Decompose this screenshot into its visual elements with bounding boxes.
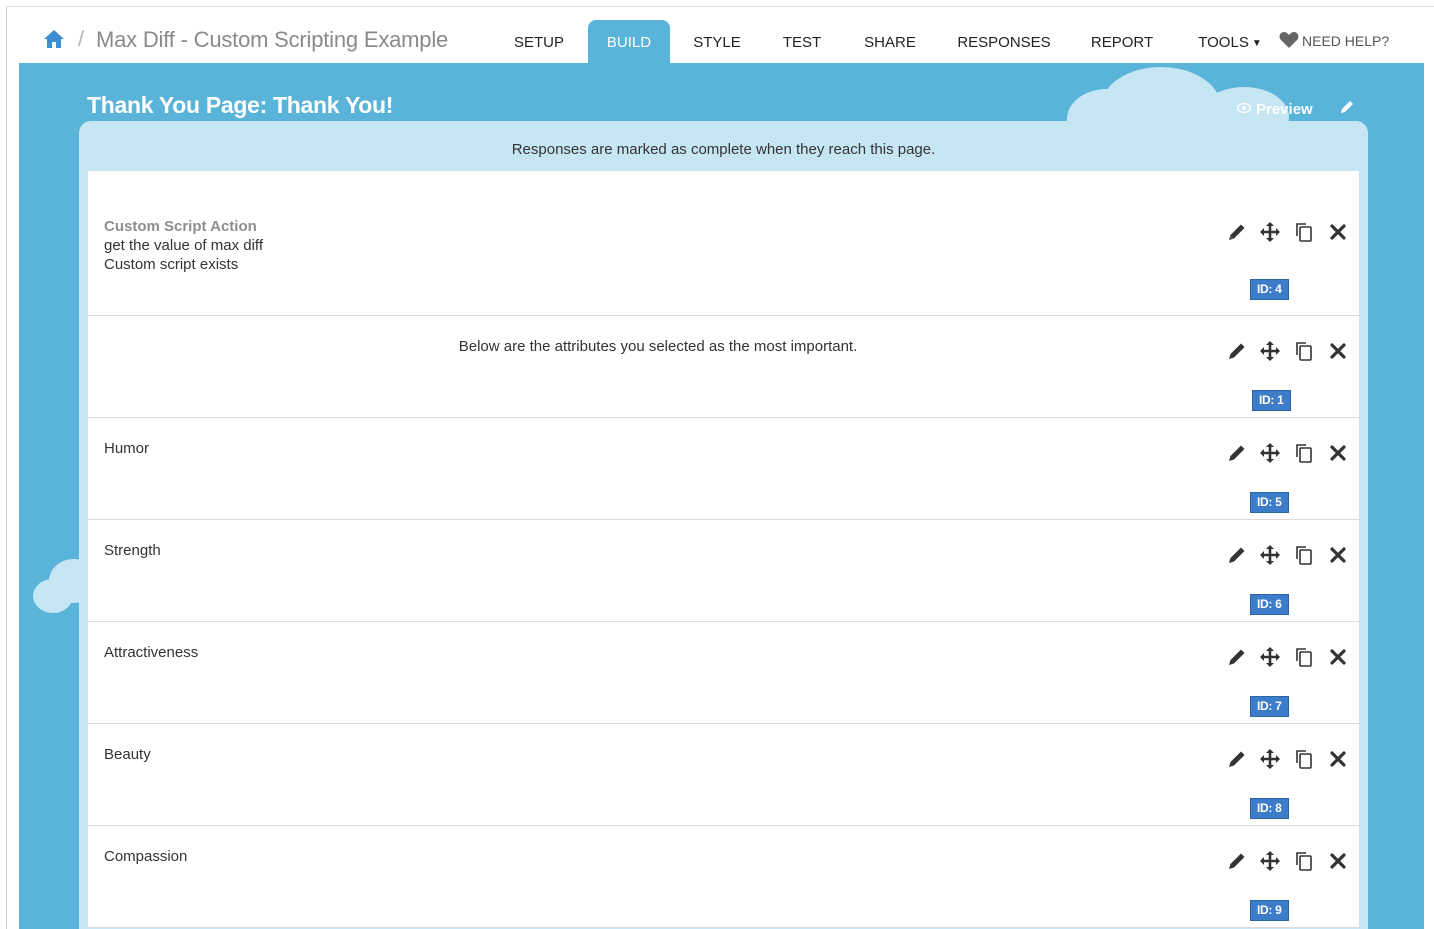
tab-responses[interactable]: RESPONSES [951, 20, 1057, 63]
item-text: Strength [104, 542, 161, 559]
row-actions [1226, 442, 1348, 466]
copy-icon[interactable] [1293, 646, 1315, 668]
need-help-label: NEED HELP? [1302, 33, 1390, 49]
id-badge: ID: 8 [1250, 798, 1289, 819]
move-arrows-icon[interactable] [1259, 442, 1281, 464]
copy-icon[interactable] [1293, 748, 1315, 770]
move-arrows-icon[interactable] [1259, 748, 1281, 770]
move-arrows-icon[interactable] [1259, 646, 1281, 668]
move-arrows-icon[interactable] [1259, 221, 1281, 243]
list-item[interactable]: Custom Script Action get the value of ma… [88, 171, 1359, 316]
pencil-icon[interactable] [1226, 646, 1248, 668]
breadcrumb-separator: / [78, 26, 85, 51]
list-item[interactable]: Compassion ID: 9 [88, 826, 1359, 928]
copy-icon[interactable] [1293, 544, 1315, 566]
preview-label: Preview [1256, 101, 1313, 118]
close-icon[interactable] [1327, 340, 1349, 362]
script-action-title: Custom Script Action [104, 218, 257, 235]
row-actions [1226, 221, 1348, 245]
close-icon[interactable] [1327, 442, 1349, 464]
pencil-icon[interactable] [1226, 442, 1248, 464]
copy-icon[interactable] [1293, 340, 1315, 362]
script-action-block: Custom Script Action get the value of ma… [104, 217, 263, 274]
need-help-link[interactable]: NEED HELP? [1279, 31, 1389, 49]
page-canvas: Thank You Page: Thank You! Preview Respo… [19, 63, 1424, 929]
copy-icon[interactable] [1293, 221, 1315, 243]
item-text: Attractiveness [104, 644, 199, 661]
item-text: Humor [104, 440, 150, 457]
item-text: Beauty [104, 746, 151, 763]
id-badge: ID: 6 [1250, 594, 1289, 615]
move-arrows-icon[interactable] [1259, 544, 1281, 566]
app-frame: / Max Diff - Custom Scripting Example SE… [6, 6, 1434, 929]
tab-setup[interactable]: SETUP [501, 20, 577, 63]
id-badge: ID: 5 [1250, 492, 1289, 513]
id-badge: ID: 9 [1250, 900, 1289, 921]
list-item[interactable]: Attractiveness ID: 7 [88, 622, 1359, 724]
pencil-icon[interactable] [1226, 340, 1248, 362]
row-actions [1226, 544, 1348, 568]
tab-build[interactable]: BUILD [588, 20, 670, 63]
script-action-status: Custom script exists [104, 256, 239, 273]
id-badge: ID: 1 [1252, 390, 1291, 411]
heart-icon [1279, 31, 1299, 49]
move-arrows-icon[interactable] [1259, 850, 1281, 872]
close-icon[interactable] [1327, 748, 1349, 770]
copy-icon[interactable] [1293, 442, 1315, 464]
question-list: Custom Script Action get the value of ma… [88, 171, 1359, 928]
eye-icon [1236, 100, 1252, 114]
page-title: Thank You Page: Thank You! [87, 92, 394, 118]
row-actions [1226, 850, 1348, 874]
id-badge: ID: 7 [1250, 696, 1289, 717]
pencil-icon[interactable] [1226, 748, 1248, 770]
close-icon[interactable] [1327, 544, 1349, 566]
pencil-icon[interactable] [1339, 99, 1355, 115]
close-icon[interactable] [1327, 850, 1349, 872]
list-item[interactable]: Humor ID: 5 [88, 418, 1359, 520]
row-actions [1226, 646, 1348, 670]
row-actions [1226, 340, 1348, 364]
item-text: Compassion [104, 848, 188, 865]
list-item[interactable]: Beauty ID: 8 [88, 724, 1359, 826]
tab-test[interactable]: TEST [772, 20, 832, 63]
caret-down-icon: ▼ [1251, 38, 1262, 49]
item-text: Below are the attributes you selected as… [458, 338, 858, 355]
completion-notice: Responses are marked as complete when th… [511, 141, 936, 158]
list-item[interactable]: Strength ID: 6 [88, 520, 1359, 622]
row-actions [1226, 748, 1348, 772]
pencil-icon[interactable] [1226, 544, 1248, 566]
survey-title[interactable]: Max Diff - Custom Scripting Example [96, 27, 448, 53]
top-navigation: / Max Diff - Custom Scripting Example SE… [7, 7, 1434, 63]
list-item[interactable]: Below are the attributes you selected as… [88, 316, 1359, 418]
tab-tools-label: TOOLS [1198, 34, 1249, 51]
tools-menu[interactable]: TOOLS ▼ [1189, 20, 1271, 63]
close-icon[interactable] [1327, 221, 1349, 243]
id-badge: ID: 4 [1250, 279, 1289, 300]
pencil-icon[interactable] [1226, 221, 1248, 243]
page-panel: Responses are marked as complete when th… [79, 121, 1368, 929]
copy-icon[interactable] [1293, 850, 1315, 872]
preview-link[interactable]: Preview [1236, 100, 1313, 118]
tab-report[interactable]: REPORT [1081, 20, 1163, 63]
cloud-decoration [33, 579, 73, 613]
home-icon[interactable] [43, 29, 65, 49]
move-arrows-icon[interactable] [1259, 340, 1281, 362]
script-action-description: get the value of max diff [104, 237, 263, 254]
tab-style[interactable]: STYLE [684, 20, 750, 63]
close-icon[interactable] [1327, 646, 1349, 668]
tab-share[interactable]: SHARE [856, 20, 924, 63]
pencil-icon[interactable] [1226, 850, 1248, 872]
